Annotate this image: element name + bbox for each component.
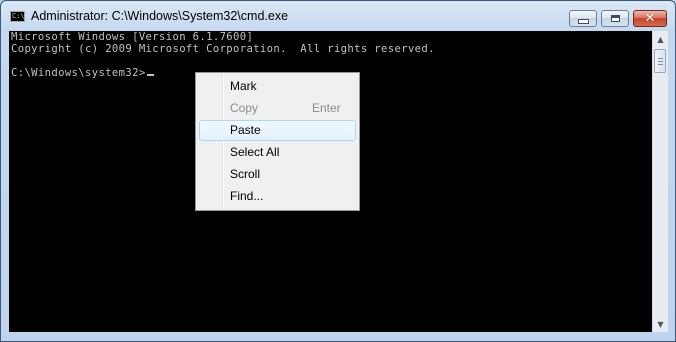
vertical-scrollbar[interactable]: ▲ ▼ [652, 31, 668, 332]
menu-item-copy[interactable]: Copy Enter [199, 98, 356, 119]
context-menu: Mark Copy Enter Paste Select All Scroll … [195, 72, 360, 211]
close-button[interactable]: ✕ [633, 10, 667, 27]
menu-item-paste[interactable]: Paste [199, 120, 356, 141]
window-title: Administrator: C:\Windows\System32\cmd.e… [31, 9, 289, 23]
console-line: Copyright (c) 2009 Microsoft Corporation… [11, 43, 435, 55]
grip-line [658, 64, 663, 65]
console-prompt-line: C:\Windows\system32> [11, 67, 154, 79]
menu-item-find[interactable]: Find... [199, 186, 356, 207]
minimize-button[interactable] [569, 10, 597, 27]
maximize-button[interactable] [601, 10, 629, 27]
console-line: Microsoft Windows [Version 6.1.7600] [11, 31, 254, 43]
text-cursor [146, 74, 154, 76]
menu-item-shortcut: Enter [312, 101, 341, 115]
grip-line [658, 61, 663, 62]
menu-item-label: Select All [230, 145, 280, 159]
console-icon[interactable]: C:\ [10, 11, 25, 22]
menu-item-scroll[interactable]: Scroll [199, 164, 356, 185]
menu-item-label: Mark [230, 79, 257, 93]
grip-line [658, 58, 663, 59]
maximize-icon [610, 15, 620, 22]
scroll-down-button[interactable]: ▼ [653, 316, 668, 332]
menu-item-label: Copy [230, 101, 259, 115]
console-prompt: C:\Windows\system32> [11, 67, 146, 79]
menu-item-select-all[interactable]: Select All [199, 142, 356, 163]
close-icon: ✕ [644, 10, 656, 26]
scroll-up-button[interactable]: ▲ [653, 31, 668, 47]
menu-item-label: Paste [230, 123, 261, 137]
title-bar[interactable]: C:\ Administrator: C:\Windows\System32\c… [1, 1, 675, 31]
menu-item-mark[interactable]: Mark [199, 76, 356, 97]
menu-item-label: Find... [230, 189, 264, 203]
scroll-thumb[interactable] [654, 49, 666, 73]
minimize-icon [577, 19, 589, 24]
menu-item-label: Scroll [230, 167, 261, 181]
